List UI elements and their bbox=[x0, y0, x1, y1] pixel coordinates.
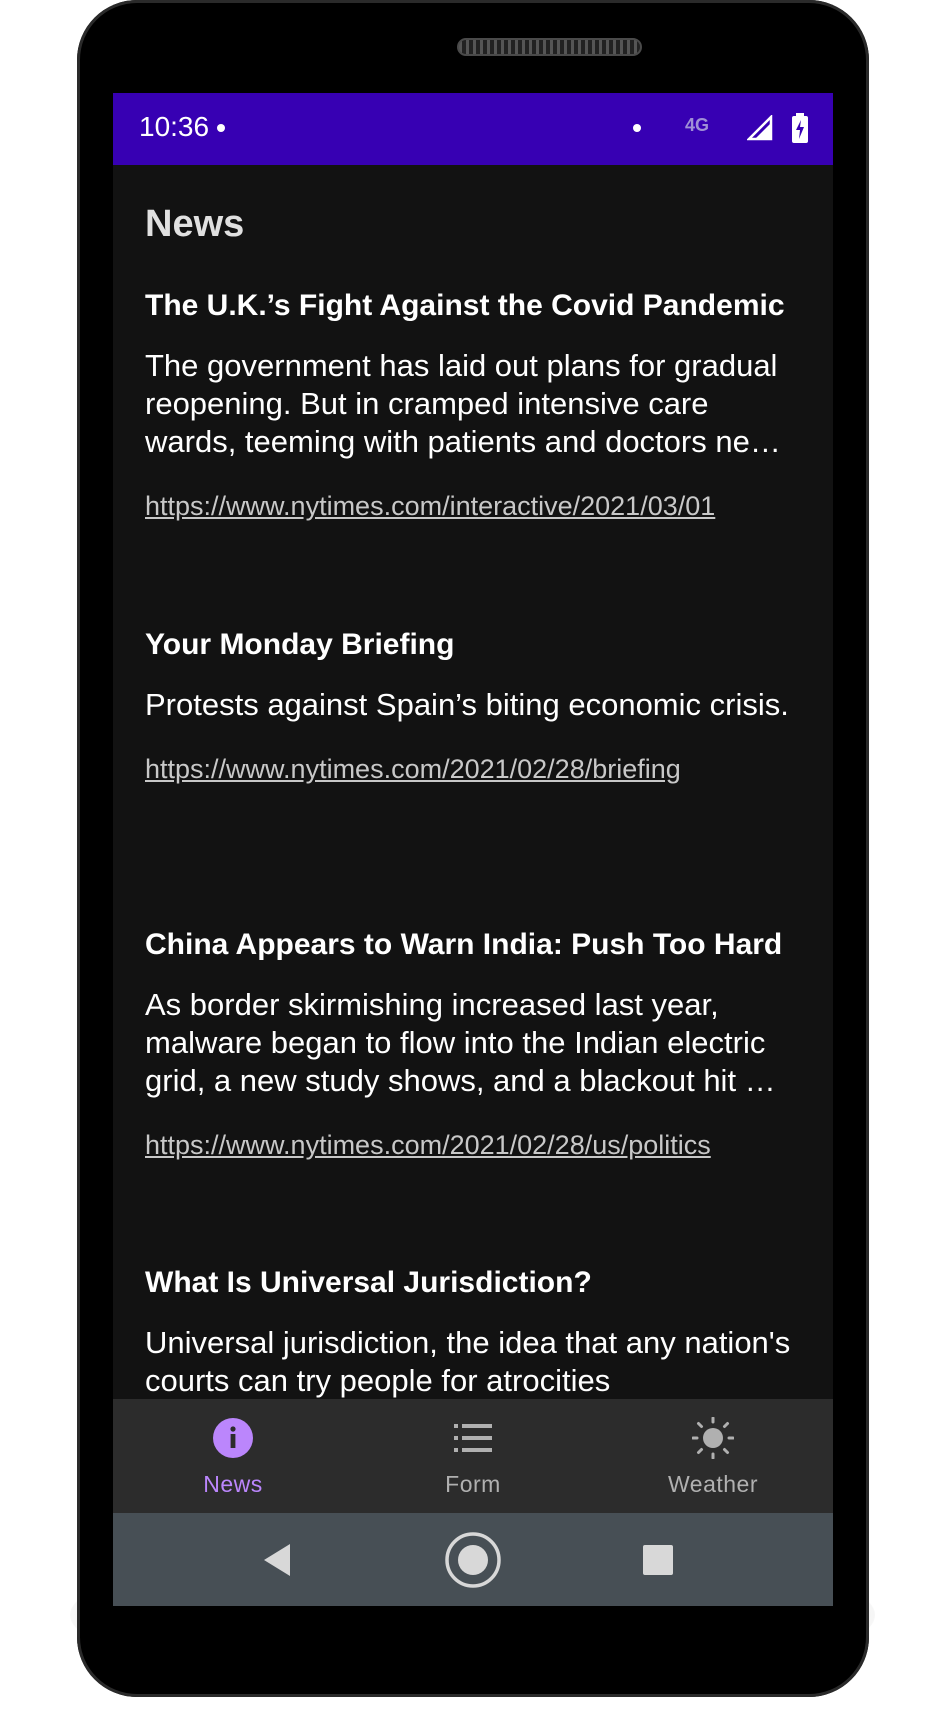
home-icon[interactable] bbox=[443, 1530, 503, 1590]
article-title: China Appears to Warn India: Push Too Ha… bbox=[145, 928, 783, 961]
article-link[interactable]: https://www.nytimes.com/2021/02/28/us/po… bbox=[145, 1128, 805, 1162]
article-link[interactable]: https://www.nytimes.com/2021/02/28/brief… bbox=[145, 752, 805, 786]
list-icon bbox=[454, 1424, 492, 1452]
network-type: 4G bbox=[685, 115, 710, 135]
status-bar: 10:36 4G bbox=[113, 93, 833, 165]
nav-item-weather[interactable]: Weather bbox=[593, 1399, 833, 1513]
article-description: Universal jurisdiction, the idea that an… bbox=[145, 1325, 791, 1398]
article-item[interactable]: China Appears to Warn India: Push Too Ha… bbox=[145, 926, 805, 1162]
news-list[interactable]: News The U.K.’s Fight Against the Covid … bbox=[113, 165, 833, 1491]
status-time: 10:36 bbox=[139, 111, 210, 142]
battery-charging-icon bbox=[792, 113, 808, 143]
speaker-grille bbox=[457, 38, 642, 56]
article-item[interactable]: The U.K.’s Fight Against the Covid Pande… bbox=[145, 287, 805, 523]
nav-item-form[interactable]: Form bbox=[353, 1399, 593, 1513]
recents-icon[interactable] bbox=[628, 1530, 688, 1590]
sun-icon bbox=[692, 1417, 734, 1459]
nav-label: Form bbox=[445, 1471, 501, 1497]
bottom-navigation: News Form Weather bbox=[113, 1399, 833, 1513]
back-icon[interactable] bbox=[248, 1530, 308, 1590]
signal-icon bbox=[747, 115, 773, 141]
notification-dot-icon bbox=[217, 124, 225, 132]
nav-label: News bbox=[203, 1471, 263, 1497]
article-description: As border skirmishing increased last yea… bbox=[145, 987, 776, 1098]
article-title: What Is Universal Jurisdiction? bbox=[145, 1266, 592, 1299]
info-icon bbox=[213, 1418, 253, 1458]
article-description: Protests against Spain’s biting economic… bbox=[145, 687, 789, 722]
article-link[interactable]: https://www.nytimes.com/interactive/2021… bbox=[145, 489, 805, 523]
device-screen: 10:36 4G News The U.K.’s Fight Against t… bbox=[113, 93, 833, 1606]
nav-item-news[interactable]: News bbox=[113, 1399, 353, 1513]
status-dot-icon bbox=[633, 124, 641, 132]
article-description: The government has laid out plans for gr… bbox=[145, 348, 781, 459]
system-navigation-bar bbox=[113, 1513, 833, 1606]
page-title: News bbox=[145, 203, 245, 245]
article-title: The U.K.’s Fight Against the Covid Pande… bbox=[145, 289, 785, 322]
article-item[interactable]: Your Monday Briefing Protests against Sp… bbox=[145, 626, 805, 786]
article-title: Your Monday Briefing bbox=[145, 628, 455, 661]
nav-label: Weather bbox=[667, 1471, 758, 1497]
